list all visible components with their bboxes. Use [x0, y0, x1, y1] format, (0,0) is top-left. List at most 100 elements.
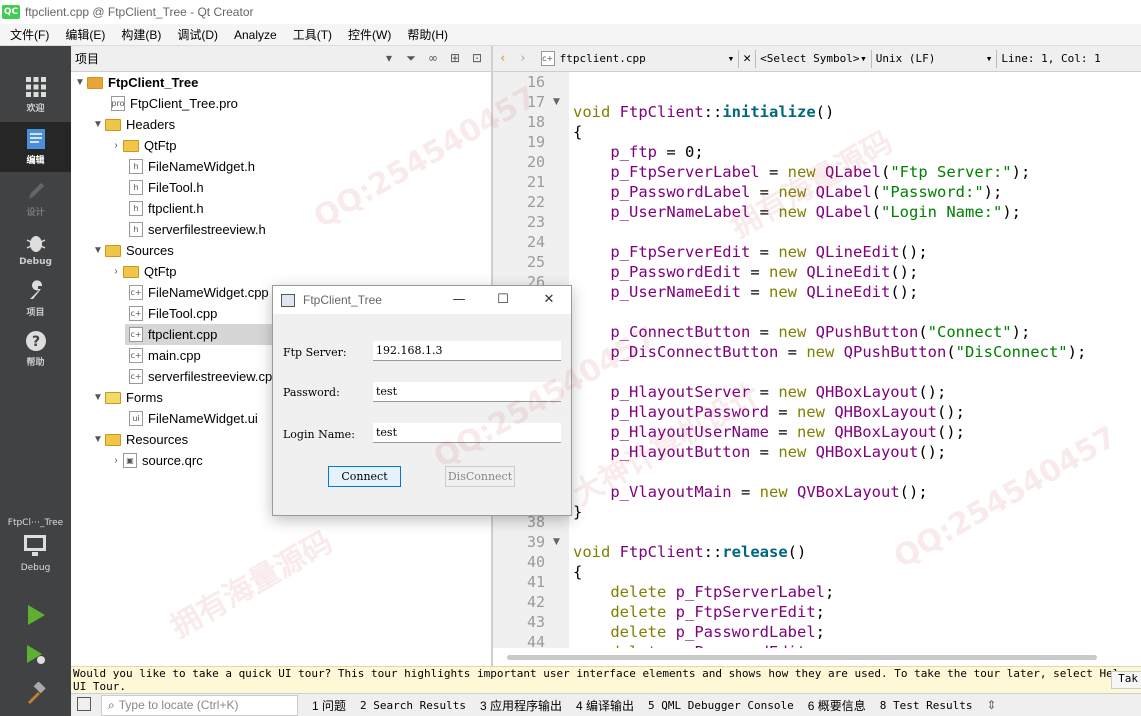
bug-icon: [26, 235, 45, 252]
password-input[interactable]: test: [373, 382, 561, 402]
tree-node-label: main.cpp: [148, 348, 201, 363]
locator-input[interactable]: ⌕ Type to locate (Ctrl+K): [101, 694, 298, 716]
pane-tab-search-results[interactable]: 2 Search Results: [360, 699, 466, 712]
line-number: 41: [526, 573, 545, 591]
login-name-input[interactable]: test: [373, 423, 561, 443]
tree-node-project[interactable]: ▼ FtpClient_Tree: [73, 72, 483, 93]
maximize-icon[interactable]: ☐: [491, 290, 515, 310]
forward-arrow-icon[interactable]: ›: [519, 51, 527, 66]
expand-arrow-icon[interactable]: ▼: [91, 245, 105, 256]
collapse-arrow-icon[interactable]: ›: [109, 140, 123, 151]
tree-node-pro-file[interactable]: pro FtpClient_Tree.pro: [111, 93, 238, 114]
header-file-icon: h: [129, 201, 143, 216]
cursor-position[interactable]: Line: 1, Col: 1: [1001, 52, 1100, 65]
expand-arrow-icon[interactable]: ▼: [91, 392, 105, 403]
line-ending-selector[interactable]: Unix (LF): [876, 52, 986, 65]
tree-node-headers[interactable]: ▼ Headers: [91, 114, 175, 135]
pane-tab-issues[interactable]: 1 问题: [312, 697, 346, 714]
menu-build[interactable]: 构建(B): [111, 26, 167, 43]
scrollbar-thumb[interactable]: [507, 655, 1097, 660]
mode-design[interactable]: 设计: [0, 174, 71, 224]
symbol-selector[interactable]: <Select Symbol>: [760, 52, 860, 65]
line-number: 16: [526, 73, 545, 91]
dropdown-arrow-icon[interactable]: ▾: [986, 52, 993, 65]
tree-node-header-file[interactable]: h serverfilestreeview.h: [129, 219, 266, 240]
minimize-icon[interactable]: —: [447, 290, 471, 310]
tree-node-label: FileNameWidget.h: [148, 159, 255, 174]
up-down-arrows-icon[interactable]: ⇕: [986, 698, 996, 712]
code-line: p_FtpServerLabel = new QLabel("Ftp Serve…: [610, 163, 1031, 181]
tree-node-qrc[interactable]: › ▣ source.qrc: [109, 450, 203, 471]
tree-node-qtftp-sources[interactable]: › QtFtp: [109, 261, 176, 282]
pane-tab-test-results[interactable]: 8 Test Results: [880, 699, 973, 712]
menu-edit[interactable]: 编辑(E): [55, 26, 111, 43]
back-arrow-icon[interactable]: ‹: [499, 51, 507, 66]
dropdown-arrow-icon[interactable]: ▾: [381, 49, 397, 67]
link-icon[interactable]: ∞: [425, 49, 441, 67]
tree-node-resources[interactable]: ▼ Resources: [91, 429, 188, 450]
login-name-label: Login Name:: [283, 428, 355, 441]
menu-window[interactable]: 控件(W): [338, 26, 397, 43]
split-icon[interactable]: ⊞: [447, 49, 463, 67]
tree-node-label: serverfilestreeview.h: [148, 222, 266, 237]
line-number: 25: [526, 253, 545, 271]
open-file-selector[interactable]: ftpclient.cpp: [560, 52, 720, 65]
filter-icon[interactable]: ⏷: [403, 49, 419, 67]
tree-node-header-file[interactable]: h FileTool.h: [129, 177, 204, 198]
line-number: 24: [526, 233, 545, 251]
tree-node-forms[interactable]: ▼ Forms: [91, 387, 163, 408]
collapse-arrow-icon[interactable]: ›: [109, 455, 123, 466]
cpp-file-icon: c+: [129, 369, 143, 384]
mode-welcome[interactable]: 欢迎: [0, 70, 71, 120]
line-number: 22: [526, 193, 545, 211]
dropdown-arrow-icon[interactable]: ▾: [728, 52, 735, 65]
horizontal-scrollbar[interactable]: [493, 648, 1141, 666]
menu-debug[interactable]: 调试(D): [167, 26, 224, 43]
close-icon[interactable]: ✕: [537, 290, 561, 310]
code-line: p_ConnectButton = new QPushButton("Conne…: [610, 323, 1031, 341]
connect-button[interactable]: Connect: [328, 466, 401, 487]
menu-help[interactable]: 帮助(H): [397, 26, 454, 43]
fold-arrow-icon[interactable]: ▼: [553, 537, 560, 547]
toggle-sidebar-icon[interactable]: [77, 697, 91, 711]
dropdown-arrow-icon[interactable]: ▾: [860, 52, 867, 65]
cpp-file-icon: c+: [129, 285, 143, 300]
menu-tools[interactable]: 工具(T): [283, 26, 338, 43]
tree-node-source-file[interactable]: c+ main.cpp: [129, 345, 201, 366]
pane-tab-qml-debugger[interactable]: 5 QML Debugger Console: [648, 699, 794, 712]
run-button[interactable]: [0, 598, 71, 632]
disconnect-button[interactable]: DisConnect: [445, 466, 515, 487]
code-editor[interactable]: 1617181920212223242526272829303132333435…: [493, 72, 1141, 648]
mode-help[interactable]: ? 帮助: [0, 324, 71, 374]
pane-tab-compile-output[interactable]: 4 编译输出: [576, 697, 634, 714]
tree-node-qtftp-headers[interactable]: › QtFtp: [109, 135, 176, 156]
ftp-server-input[interactable]: 192.168.1.3: [373, 341, 561, 361]
menu-file[interactable]: 文件(F): [0, 26, 55, 43]
close-file-icon[interactable]: ✕: [743, 51, 751, 66]
expand-arrow-icon[interactable]: ▼: [91, 119, 105, 130]
build-button[interactable]: [0, 676, 71, 710]
mode-debug[interactable]: Debug: [0, 224, 71, 274]
collapse-arrow-icon[interactable]: ›: [109, 266, 123, 277]
tree-node-sources[interactable]: ▼ Sources: [91, 240, 174, 261]
tree-node-header-file[interactable]: h ftpclient.h: [129, 198, 204, 219]
menu-analyze[interactable]: Analyze: [224, 28, 283, 42]
kit-selector[interactable]: FtpCl⋯_Tree Debug: [0, 518, 71, 588]
code-line: delete p_FtpServerLabel;: [610, 583, 835, 601]
expand-arrow-icon[interactable]: ▼: [73, 77, 87, 88]
header-file-icon: h: [129, 159, 143, 174]
debug-run-button[interactable]: [0, 638, 71, 672]
tree-node-source-file[interactable]: c+ serverfilestreeview.cp: [129, 366, 272, 387]
fold-arrow-icon[interactable]: ▼: [553, 97, 560, 107]
tree-node-source-file[interactable]: c+ FileTool.cpp: [129, 303, 217, 324]
mode-edit[interactable]: 编辑: [0, 122, 71, 172]
pane-tab-general-messages[interactable]: 6 概要信息: [808, 697, 866, 714]
take-tour-button[interactable]: Tak: [1111, 671, 1141, 689]
tree-node-source-file[interactable]: c+ FileNameWidget.cpp: [129, 282, 269, 303]
mode-projects[interactable]: 项目: [0, 274, 71, 324]
pane-tab-application-output[interactable]: 3 应用程序输出: [480, 697, 562, 714]
close-panel-icon[interactable]: ⊡: [469, 49, 485, 67]
expand-arrow-icon[interactable]: ▼: [91, 434, 105, 445]
tree-node-header-file[interactable]: h FileNameWidget.h: [129, 156, 255, 177]
tree-node-form-file[interactable]: ui FileNameWidget.ui: [129, 408, 258, 429]
